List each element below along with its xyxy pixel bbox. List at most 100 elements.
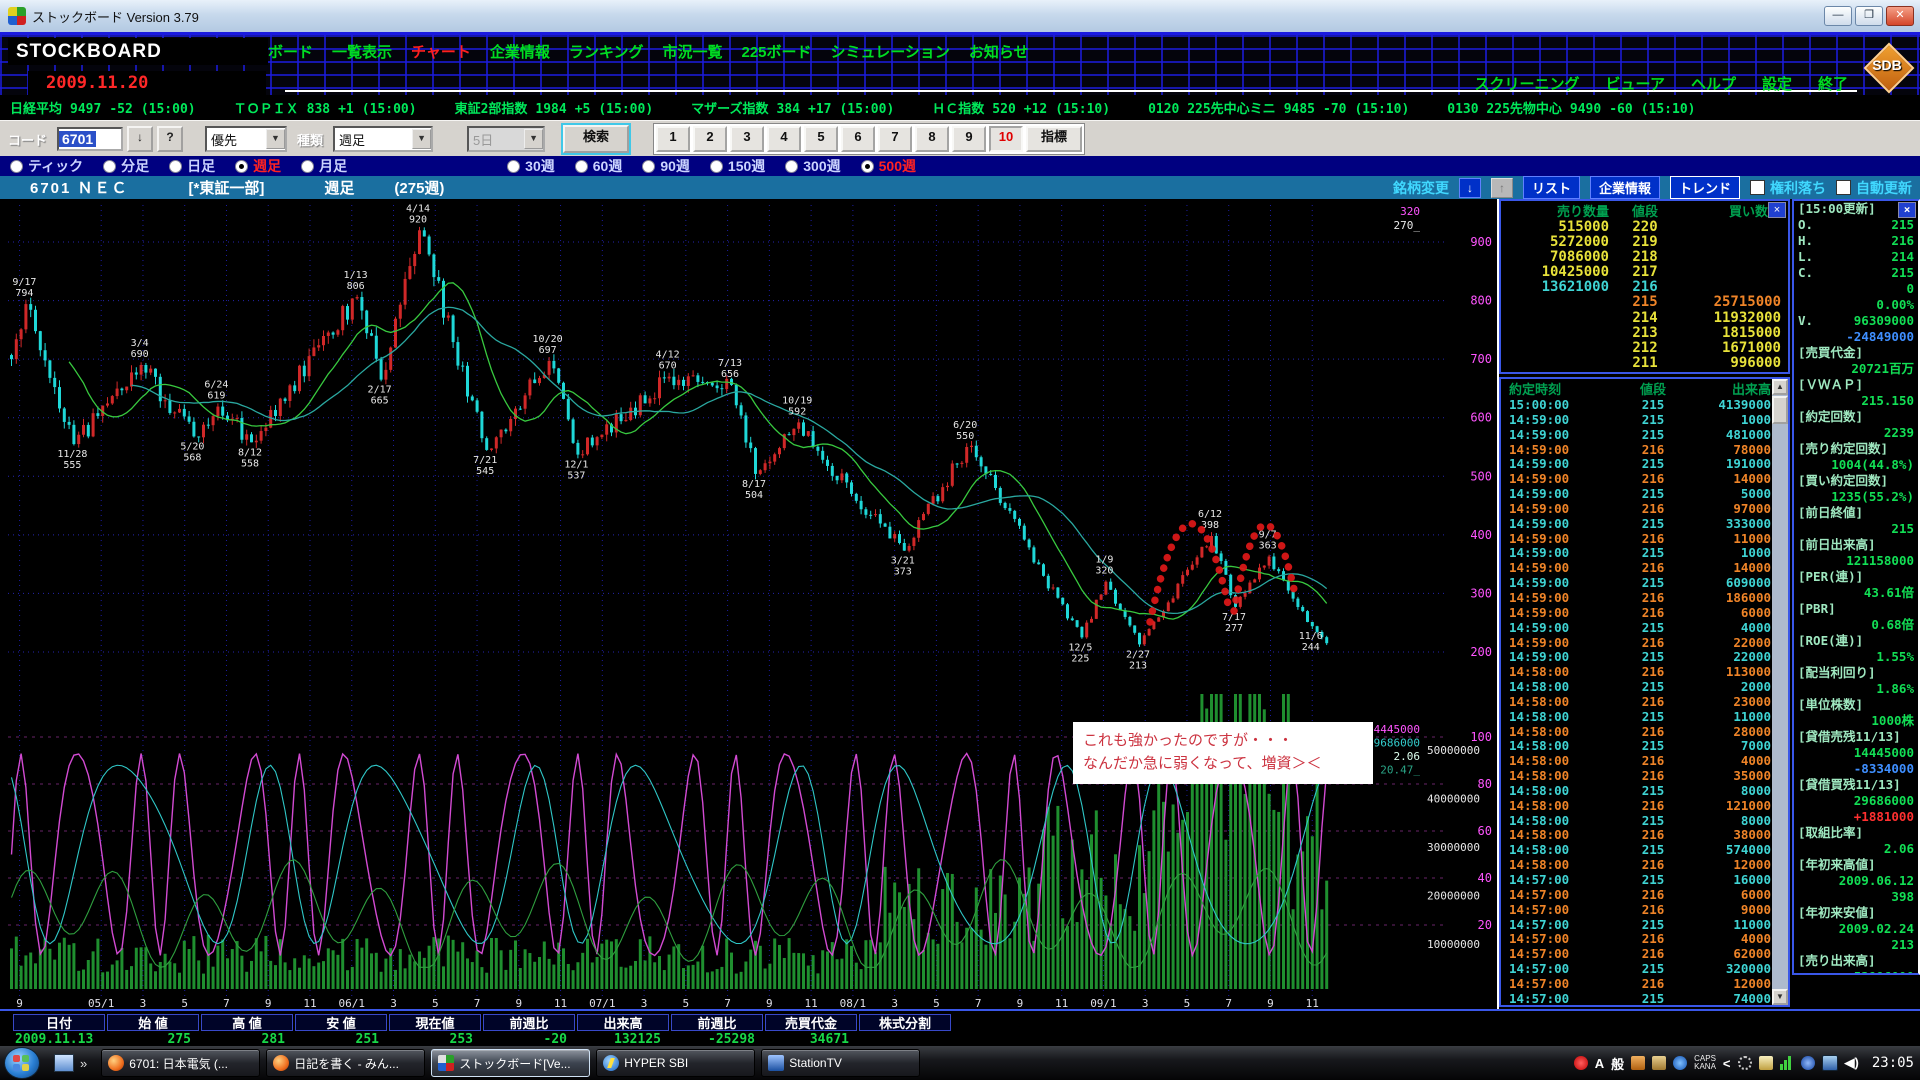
- security-shield-icon[interactable]: [1801, 1056, 1815, 1070]
- page-button-6[interactable]: 6: [841, 126, 875, 152]
- page-button-10[interactable]: 10: [989, 126, 1023, 152]
- period-radio-日足[interactable]: 日足: [169, 156, 215, 176]
- list-button[interactable]: リスト: [1523, 176, 1580, 199]
- ime-toolbox-icon[interactable]: [1631, 1056, 1645, 1070]
- scrollbar[interactable]: ▲ ▼: [1772, 379, 1788, 1005]
- tray-collapse-chevron[interactable]: <: [1723, 1056, 1731, 1071]
- task-button[interactable]: 6701: 日本電気 (...: [101, 1049, 260, 1077]
- radio-icon[interactable]: [642, 160, 655, 173]
- close-icon[interactable]: ×: [1768, 202, 1786, 218]
- task-button[interactable]: ストックボード[Ve...: [431, 1049, 590, 1077]
- network-icon[interactable]: [1822, 1055, 1838, 1071]
- page-button-9[interactable]: 9: [952, 126, 986, 152]
- task-button[interactable]: StationTV: [761, 1049, 920, 1077]
- notification-icon[interactable]: [1574, 1056, 1588, 1070]
- menu-item-一覧表示[interactable]: 一覧表示: [332, 41, 392, 62]
- radio-icon[interactable]: [785, 160, 798, 173]
- period-radio-150週[interactable]: 150週: [710, 156, 765, 176]
- code-input[interactable]: 6701: [57, 127, 123, 151]
- ime-pad-icon[interactable]: [1652, 1056, 1666, 1070]
- quick-launch-icon[interactable]: [54, 1054, 74, 1072]
- radio-icon[interactable]: [507, 160, 520, 173]
- chevron-down-icon[interactable]: ▼: [412, 129, 431, 149]
- sub-menu-item-ビューア[interactable]: ビューア: [1606, 73, 1665, 94]
- minimize-button[interactable]: —: [1824, 6, 1852, 26]
- radio-icon[interactable]: [301, 160, 314, 173]
- menu-item-225ボード[interactable]: 225ボード: [741, 41, 811, 62]
- page-button-3[interactable]: 3: [730, 126, 764, 152]
- page-button-8[interactable]: 8: [915, 126, 949, 152]
- page-button-2[interactable]: 2: [693, 126, 727, 152]
- menu-item-市況一覧[interactable]: 市況一覧: [662, 41, 722, 62]
- chevron-down-icon[interactable]: ▼: [266, 129, 285, 149]
- period-radio-月足[interactable]: 月足: [301, 156, 347, 176]
- tray-app-icon[interactable]: [1738, 1056, 1752, 1070]
- scrollbar-thumb[interactable]: [1772, 396, 1788, 424]
- company-info-button[interactable]: 企業情報: [1590, 176, 1660, 199]
- sub-menu-item-ヘルプ[interactable]: ヘルプ: [1691, 73, 1736, 94]
- radio-icon[interactable]: [103, 160, 116, 173]
- indicator-button[interactable]: 指標: [1026, 126, 1082, 152]
- menu-item-企業情報[interactable]: 企業情報: [490, 41, 550, 62]
- task-button[interactable]: HYPER SBI: [596, 1049, 755, 1077]
- radio-icon[interactable]: [710, 160, 723, 173]
- checkbox-icon[interactable]: [1836, 180, 1851, 195]
- page-button-7[interactable]: 7: [878, 126, 912, 152]
- stat-value: 2009.02.24: [1794, 921, 1918, 937]
- period-radio-90週[interactable]: 90週: [642, 156, 690, 176]
- period-radio-分足[interactable]: 分足: [103, 156, 149, 176]
- period-radio-500週[interactable]: 500週: [861, 156, 916, 176]
- menu-item-チャート[interactable]: チャート: [411, 41, 471, 62]
- period-radio-300週[interactable]: 300週: [785, 156, 840, 176]
- sub-menu-item-設定[interactable]: 設定: [1762, 73, 1792, 94]
- close-icon[interactable]: ×: [1898, 202, 1916, 218]
- symbol-down-button[interactable]: ↓: [1459, 178, 1481, 198]
- ime-help-icon[interactable]: [1673, 1056, 1687, 1070]
- radio-icon[interactable]: [10, 160, 23, 173]
- period-radio-週足[interactable]: 週足: [235, 156, 281, 176]
- page-button-5[interactable]: 5: [804, 126, 838, 152]
- svg-text:6/24: 6/24: [204, 380, 228, 391]
- trend-button[interactable]: トレンド: [1670, 176, 1740, 199]
- page-button-4[interactable]: 4: [767, 126, 801, 152]
- close-button[interactable]: ✕: [1886, 6, 1914, 26]
- radio-icon[interactable]: [235, 160, 248, 173]
- maximize-button[interactable]: ❐: [1855, 6, 1883, 26]
- quick-launch-more[interactable]: »: [80, 1056, 87, 1071]
- menu-item-お知らせ[interactable]: お知らせ: [969, 41, 1029, 62]
- radio-icon[interactable]: [861, 160, 874, 173]
- svg-text:9: 9: [515, 997, 522, 1009]
- menu-item-シミュレーション[interactable]: シミュレーション: [831, 41, 950, 62]
- menu-item-ボード[interactable]: ボード: [268, 41, 313, 62]
- scroll-down-icon[interactable]: ▼: [1772, 989, 1788, 1005]
- ime-caps-kana[interactable]: CAPSKANA: [1694, 1055, 1716, 1071]
- period-radio-30週[interactable]: 30週: [507, 156, 555, 176]
- volume-icon[interactable]: ◀): [1845, 1055, 1859, 1071]
- page-button-1[interactable]: 1: [656, 126, 690, 152]
- checkbox-icon[interactable]: [1750, 180, 1765, 195]
- period-radio-ティック[interactable]: ティック: [10, 156, 83, 176]
- sub-menu-item-終了[interactable]: 終了: [1818, 73, 1848, 94]
- task-button[interactable]: 日記を書く - みん...: [266, 1049, 425, 1077]
- svg-text:9/17: 9/17: [12, 277, 36, 288]
- radio-icon[interactable]: [169, 160, 182, 173]
- signal-bars-icon[interactable]: [1780, 1056, 1794, 1070]
- ime-alpha[interactable]: A: [1595, 1056, 1604, 1071]
- ime-mode[interactable]: 般: [1611, 1054, 1624, 1073]
- help-button[interactable]: ?: [157, 126, 183, 152]
- menu-item-ランキング[interactable]: ランキング: [569, 41, 644, 62]
- sub-menu-item-スクリーニング[interactable]: スクリーニング: [1475, 73, 1580, 94]
- code-down-button[interactable]: ↓: [127, 126, 153, 152]
- bottom-header-8: 売買代金: [765, 1014, 857, 1031]
- time-sales-row: 14:57:0021612000: [1501, 976, 1788, 991]
- period-radio-60週[interactable]: 60週: [575, 156, 623, 176]
- type-dropdown[interactable]: 週足▼: [333, 126, 433, 152]
- auto-update-checkbox[interactable]: 自動更新: [1836, 178, 1912, 198]
- mail-icon[interactable]: [1759, 1056, 1773, 1070]
- search-button[interactable]: 検索: [563, 125, 629, 153]
- priority-dropdown[interactable]: 優先▼: [205, 126, 287, 152]
- radio-icon[interactable]: [575, 160, 588, 173]
- start-button[interactable]: [4, 1047, 40, 1079]
- ex-rights-checkbox[interactable]: 権利落ち: [1750, 178, 1826, 198]
- scroll-up-icon[interactable]: ▲: [1772, 379, 1788, 395]
